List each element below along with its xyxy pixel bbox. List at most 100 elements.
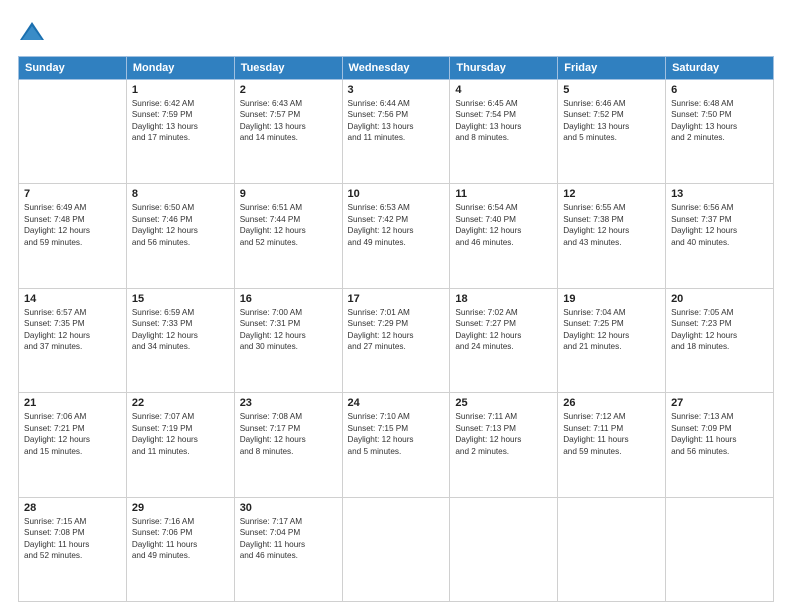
calendar-cell: 17 Sunrise: 7:01 AM Sunset: 7:29 PM Dayli… <box>342 288 450 392</box>
calendar-cell: 18 Sunrise: 7:02 AM Sunset: 7:27 PM Dayli… <box>450 288 558 392</box>
calendar-cell: 2 Sunrise: 6:43 AM Sunset: 7:57 PM Daylig… <box>234 80 342 184</box>
calendar-cell: 5 Sunrise: 6:46 AM Sunset: 7:52 PM Daylig… <box>558 80 666 184</box>
day-number: 16 <box>240 293 337 305</box>
calendar-day-header: Sunday <box>19 57 127 80</box>
calendar-cell: 10 Sunrise: 6:53 AM Sunset: 7:42 PM Dayli… <box>342 184 450 288</box>
calendar-day-header: Tuesday <box>234 57 342 80</box>
calendar-cell <box>342 497 450 601</box>
day-number: 10 <box>348 188 445 200</box>
day-info: Sunrise: 7:05 AM Sunset: 7:23 PM Dayligh… <box>671 307 768 353</box>
day-info: Sunrise: 7:07 AM Sunset: 7:19 PM Dayligh… <box>132 411 229 457</box>
day-number: 21 <box>24 397 121 409</box>
calendar-cell: 1 Sunrise: 6:42 AM Sunset: 7:59 PM Daylig… <box>126 80 234 184</box>
day-number: 26 <box>563 397 660 409</box>
calendar-cell: 19 Sunrise: 7:04 AM Sunset: 7:25 PM Dayli… <box>558 288 666 392</box>
day-info: Sunrise: 7:02 AM Sunset: 7:27 PM Dayligh… <box>455 307 552 353</box>
day-number: 14 <box>24 293 121 305</box>
day-info: Sunrise: 7:00 AM Sunset: 7:31 PM Dayligh… <box>240 307 337 353</box>
day-info: Sunrise: 6:59 AM Sunset: 7:33 PM Dayligh… <box>132 307 229 353</box>
day-number: 18 <box>455 293 552 305</box>
day-number: 24 <box>348 397 445 409</box>
day-number: 5 <box>563 84 660 96</box>
day-number: 25 <box>455 397 552 409</box>
day-number: 2 <box>240 84 337 96</box>
day-info: Sunrise: 7:08 AM Sunset: 7:17 PM Dayligh… <box>240 411 337 457</box>
calendar-day-header: Wednesday <box>342 57 450 80</box>
day-number: 20 <box>671 293 768 305</box>
calendar-cell: 23Sunrise: 7:08 AM Sunset: 7:17 PM Dayli… <box>234 393 342 497</box>
calendar-cell: 21 Sunrise: 7:06 AM Sunset: 7:21 PM Dayli… <box>19 393 127 497</box>
day-number: 8 <box>132 188 229 200</box>
calendar-cell <box>666 497 774 601</box>
calendar-cell: 24 Sunrise: 7:10 AM Sunset: 7:15 PM Dayli… <box>342 393 450 497</box>
day-number: 30 <box>240 502 337 514</box>
calendar-cell: 27Sunrise: 7:13 AM Sunset: 7:09 PM Dayli… <box>666 393 774 497</box>
day-number: 12 <box>563 188 660 200</box>
calendar-header-row: SundayMondayTuesdayWednesdayThursdayFrid… <box>19 57 774 80</box>
day-info: Sunrise: 7:13 AM Sunset: 7:09 PM Dayligh… <box>671 411 768 457</box>
calendar-cell: 11 Sunrise: 6:54 AM Sunset: 7:40 PM Dayli… <box>450 184 558 288</box>
calendar-week-row: 28 Sunrise: 7:15 AM Sunset: 7:08 PM Dayli… <box>19 497 774 601</box>
day-number: 3 <box>348 84 445 96</box>
calendar-cell: 25 Sunrise: 7:11 AM Sunset: 7:13 PM Dayli… <box>450 393 558 497</box>
calendar-cell: 7Sunrise: 6:49 AM Sunset: 7:48 PM Daylig… <box>19 184 127 288</box>
calendar-cell: 20 Sunrise: 7:05 AM Sunset: 7:23 PM Dayli… <box>666 288 774 392</box>
day-info: Sunrise: 6:57 AM Sunset: 7:35 PM Dayligh… <box>24 307 121 353</box>
calendar-table: SundayMondayTuesdayWednesdayThursdayFrid… <box>18 56 774 602</box>
calendar-cell: 30Sunrise: 7:17 AM Sunset: 7:04 PM Dayli… <box>234 497 342 601</box>
day-info: Sunrise: 7:10 AM Sunset: 7:15 PM Dayligh… <box>348 411 445 457</box>
day-info: Sunrise: 6:51 AM Sunset: 7:44 PM Dayligh… <box>240 202 337 248</box>
calendar-cell: 22 Sunrise: 7:07 AM Sunset: 7:19 PM Dayli… <box>126 393 234 497</box>
day-number: 29 <box>132 502 229 514</box>
day-info: Sunrise: 7:06 AM Sunset: 7:21 PM Dayligh… <box>24 411 121 457</box>
day-info: Sunrise: 6:42 AM Sunset: 7:59 PM Dayligh… <box>132 98 229 144</box>
calendar-week-row: 21 Sunrise: 7:06 AM Sunset: 7:21 PM Dayli… <box>19 393 774 497</box>
day-number: 9 <box>240 188 337 200</box>
day-info: Sunrise: 6:45 AM Sunset: 7:54 PM Dayligh… <box>455 98 552 144</box>
day-info: Sunrise: 6:48 AM Sunset: 7:50 PM Dayligh… <box>671 98 768 144</box>
calendar-cell: 6 Sunrise: 6:48 AM Sunset: 7:50 PM Daylig… <box>666 80 774 184</box>
day-info: Sunrise: 6:56 AM Sunset: 7:37 PM Dayligh… <box>671 202 768 248</box>
day-info: Sunrise: 7:12 AM Sunset: 7:11 PM Dayligh… <box>563 411 660 457</box>
calendar-cell: 8 Sunrise: 6:50 AM Sunset: 7:46 PM Daylig… <box>126 184 234 288</box>
day-info: Sunrise: 6:44 AM Sunset: 7:56 PM Dayligh… <box>348 98 445 144</box>
day-info: Sunrise: 6:49 AM Sunset: 7:48 PM Dayligh… <box>24 202 121 248</box>
calendar-cell <box>19 80 127 184</box>
calendar-cell <box>450 497 558 601</box>
calendar-cell: 12 Sunrise: 6:55 AM Sunset: 7:38 PM Dayli… <box>558 184 666 288</box>
calendar-cell: 4 Sunrise: 6:45 AM Sunset: 7:54 PM Daylig… <box>450 80 558 184</box>
day-number: 11 <box>455 188 552 200</box>
day-info: Sunrise: 7:15 AM Sunset: 7:08 PM Dayligh… <box>24 516 121 562</box>
day-info: Sunrise: 7:01 AM Sunset: 7:29 PM Dayligh… <box>348 307 445 353</box>
day-number: 13 <box>671 188 768 200</box>
day-info: Sunrise: 6:54 AM Sunset: 7:40 PM Dayligh… <box>455 202 552 248</box>
calendar-cell <box>558 497 666 601</box>
calendar-cell: 16 Sunrise: 7:00 AM Sunset: 7:31 PM Dayli… <box>234 288 342 392</box>
day-number: 28 <box>24 502 121 514</box>
calendar-cell: 3 Sunrise: 6:44 AM Sunset: 7:56 PM Daylig… <box>342 80 450 184</box>
header <box>18 18 774 46</box>
day-number: 19 <box>563 293 660 305</box>
calendar-cell: 26 Sunrise: 7:12 AM Sunset: 7:11 PM Dayli… <box>558 393 666 497</box>
day-number: 4 <box>455 84 552 96</box>
day-number: 1 <box>132 84 229 96</box>
calendar-week-row: 14 Sunrise: 6:57 AM Sunset: 7:35 PM Dayli… <box>19 288 774 392</box>
day-info: Sunrise: 6:55 AM Sunset: 7:38 PM Dayligh… <box>563 202 660 248</box>
calendar-cell: 28 Sunrise: 7:15 AM Sunset: 7:08 PM Dayli… <box>19 497 127 601</box>
day-info: Sunrise: 6:53 AM Sunset: 7:42 PM Dayligh… <box>348 202 445 248</box>
calendar-cell: 13 Sunrise: 6:56 AM Sunset: 7:37 PM Dayli… <box>666 184 774 288</box>
calendar-day-header: Saturday <box>666 57 774 80</box>
day-info: Sunrise: 7:04 AM Sunset: 7:25 PM Dayligh… <box>563 307 660 353</box>
logo-icon <box>18 18 46 46</box>
calendar-week-row: 1 Sunrise: 6:42 AM Sunset: 7:59 PM Daylig… <box>19 80 774 184</box>
day-number: 17 <box>348 293 445 305</box>
day-info: Sunrise: 7:16 AM Sunset: 7:06 PM Dayligh… <box>132 516 229 562</box>
day-info: Sunrise: 6:50 AM Sunset: 7:46 PM Dayligh… <box>132 202 229 248</box>
day-number: 6 <box>671 84 768 96</box>
calendar-cell: 29 Sunrise: 7:16 AM Sunset: 7:06 PM Dayli… <box>126 497 234 601</box>
day-number: 22 <box>132 397 229 409</box>
calendar-day-header: Monday <box>126 57 234 80</box>
day-info: Sunrise: 6:46 AM Sunset: 7:52 PM Dayligh… <box>563 98 660 144</box>
day-info: Sunrise: 6:43 AM Sunset: 7:57 PM Dayligh… <box>240 98 337 144</box>
day-info: Sunrise: 7:11 AM Sunset: 7:13 PM Dayligh… <box>455 411 552 457</box>
